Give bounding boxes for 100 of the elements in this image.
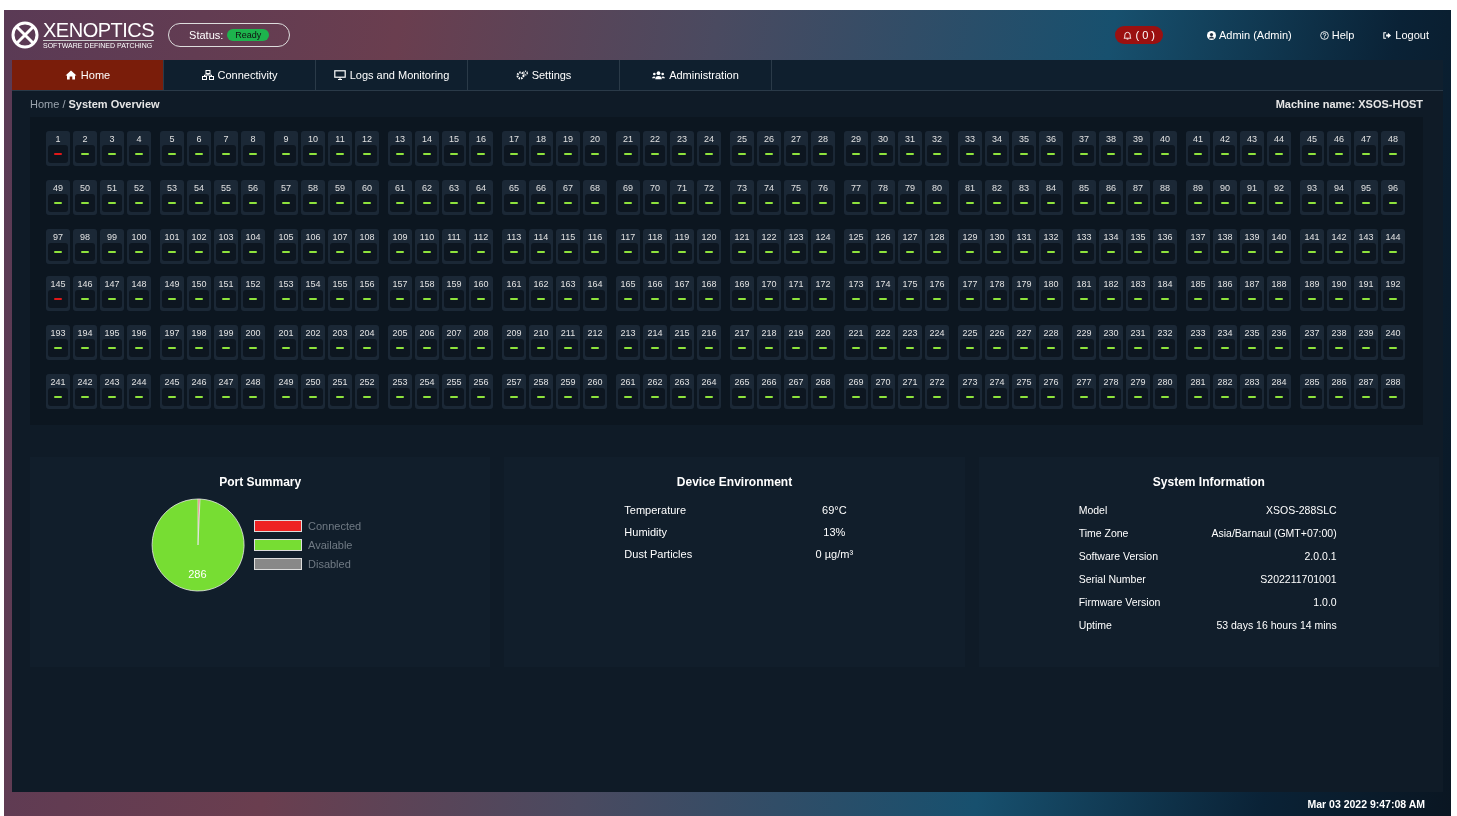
port-number: 62	[422, 182, 432, 194]
port-number: 53	[167, 182, 177, 194]
port-number: 61	[395, 182, 405, 194]
port-number: 282	[1217, 376, 1233, 388]
port-number: 141	[1304, 231, 1320, 243]
port-number: 232	[1157, 327, 1173, 339]
port-number: 6	[196, 133, 202, 145]
port-number: 32	[932, 133, 942, 145]
port-number: 249	[278, 376, 294, 388]
port-number: 94	[1334, 182, 1344, 194]
port-number: 183	[1130, 278, 1146, 290]
port-number: 20	[590, 133, 600, 145]
port-number: 287	[1358, 376, 1374, 388]
port-number: 102	[191, 231, 207, 243]
port-number: 280	[1157, 376, 1173, 388]
port-number: 37	[1079, 133, 1089, 145]
machine-name: Machine name: XSOS-HOST	[1275, 98, 1423, 110]
port-number: 173	[848, 278, 864, 290]
port-number: 7	[223, 133, 229, 145]
port-number: 18	[536, 133, 546, 145]
port-number: 85	[1079, 182, 1089, 194]
port-number: 214	[647, 327, 663, 339]
port-number: 38	[1106, 133, 1116, 145]
field-value: 0 µg/m³	[814, 548, 855, 560]
port-number: 17	[509, 133, 519, 145]
card-title: Device Environment	[675, 475, 794, 489]
port-number: 59	[335, 182, 345, 194]
port-number: 49	[53, 182, 63, 194]
port-number: 16	[476, 133, 486, 145]
port-number: 21	[623, 133, 633, 145]
port-number: 238	[1331, 327, 1347, 339]
port-number: 206	[419, 327, 435, 339]
port-number: 187	[1244, 278, 1260, 290]
port-number: 278	[1103, 376, 1119, 388]
port-number: 119	[674, 231, 690, 243]
port-number: 50	[80, 182, 90, 194]
port-number: 267	[788, 376, 804, 388]
port-number: 111	[447, 231, 461, 243]
port-number: 52	[134, 182, 144, 194]
port-number: 43	[1247, 133, 1257, 145]
port-number: 202	[305, 327, 321, 339]
port-number: 255	[446, 376, 462, 388]
field-value: 2.0.0.1	[1303, 550, 1337, 562]
port-number: 116	[587, 231, 603, 243]
port-number: 264	[701, 376, 717, 388]
port-number: 57	[281, 182, 291, 194]
port-number: 128	[929, 231, 945, 243]
card-title: Port Summary	[218, 475, 303, 489]
port-number: 51	[107, 182, 117, 194]
port-number: 205	[392, 327, 408, 339]
port-number: 68	[590, 182, 600, 194]
port-number: 110	[419, 231, 435, 243]
port-number: 185	[1190, 278, 1206, 290]
port-number: 247	[218, 376, 234, 388]
port-number: 42	[1220, 133, 1230, 145]
port-number: 152	[245, 278, 261, 290]
port-number: 88	[1160, 182, 1170, 194]
port-number: 146	[77, 278, 93, 290]
port-number: 275	[1016, 376, 1032, 388]
port-number: 272	[929, 376, 945, 388]
field-value: S202211701001	[1259, 573, 1337, 585]
port-number: 157	[392, 278, 408, 290]
port-number: 129	[962, 231, 978, 243]
port-number: 262	[647, 376, 663, 388]
field-label: Uptime	[1078, 619, 1113, 631]
port-number: 240	[1385, 327, 1401, 339]
port-number: 124	[815, 231, 831, 243]
port-number: 106	[305, 231, 321, 243]
port-number: 155	[332, 278, 348, 290]
port-number: 259	[560, 376, 576, 388]
port-number: 244	[131, 376, 147, 388]
port-number: 13	[395, 133, 405, 145]
port-number: 165	[620, 278, 636, 290]
port-number: 9	[283, 133, 289, 145]
port-number: 194	[77, 327, 93, 339]
port-number: 71	[677, 182, 687, 194]
port-number: 5	[169, 133, 175, 145]
port-number: 172	[815, 278, 831, 290]
port-number: 135	[1130, 231, 1146, 243]
port-number: 70	[650, 182, 660, 194]
port-number: 114	[533, 231, 549, 243]
port-number: 74	[764, 182, 774, 194]
port-number: 215	[674, 327, 690, 339]
port-number: 229	[1076, 327, 1092, 339]
port-number: 180	[1043, 278, 1059, 290]
port-number: 184	[1157, 278, 1173, 290]
field-label: Humidity	[624, 526, 669, 538]
port-number: 130	[989, 231, 1005, 243]
port-number: 101	[164, 231, 180, 243]
port-number: 241	[50, 376, 66, 388]
port-number: 133	[1076, 231, 1092, 243]
slice-label: 286	[188, 567, 207, 580]
port-number: 170	[761, 278, 777, 290]
port-number: 283	[1244, 376, 1260, 388]
port-number: 260	[587, 376, 603, 388]
port-number: 81	[965, 182, 975, 194]
port-number: 175	[902, 278, 918, 290]
port-number: 285	[1304, 376, 1320, 388]
port-number: 161	[506, 278, 522, 290]
port-number: 242	[77, 376, 93, 388]
